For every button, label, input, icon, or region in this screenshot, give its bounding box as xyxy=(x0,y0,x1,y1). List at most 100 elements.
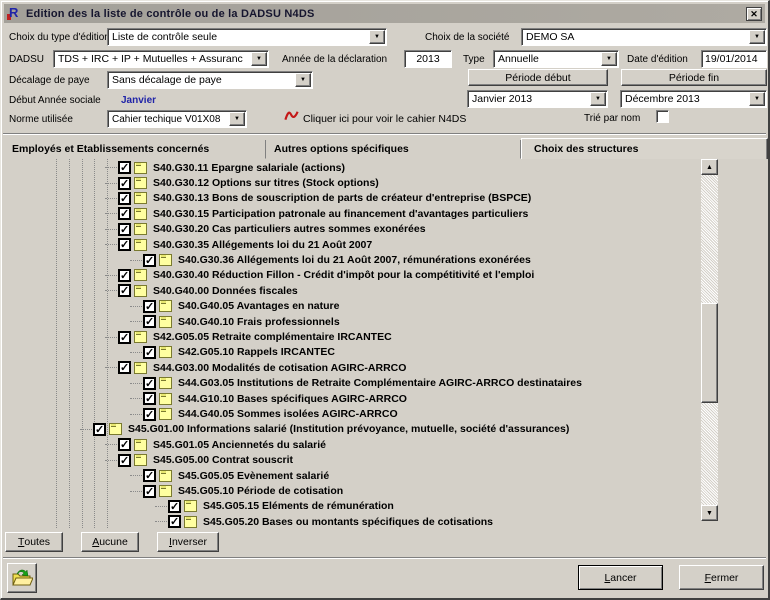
tree-item-checkbox[interactable] xyxy=(143,377,156,390)
tree-item-checkbox[interactable] xyxy=(118,207,131,220)
periode-fin-header[interactable]: Période fin xyxy=(621,69,767,86)
tree-item-checkbox[interactable] xyxy=(143,408,156,421)
tree-item-checkbox[interactable] xyxy=(143,254,156,267)
tree-item[interactable]: S40.G30.35 Allégements loi du 21 Août 20… xyxy=(4,237,698,252)
chevron-down-icon[interactable]: ▼ xyxy=(369,30,385,44)
chevron-down-icon[interactable]: ▼ xyxy=(749,92,765,106)
chevron-down-icon[interactable]: ▼ xyxy=(590,92,606,106)
tree-item-checkbox[interactable] xyxy=(118,161,131,174)
tree-item[interactable]: S45.G05.20 Bases ou montants spécifiques… xyxy=(4,514,698,528)
tree-item[interactable]: S42.G05.10 Rappels IRCANTEC xyxy=(4,345,698,360)
tree-item-checkbox[interactable] xyxy=(118,238,131,251)
periode-debut-combobox[interactable]: Janvier 2013 ▼ xyxy=(467,90,608,108)
tree-item-checkbox[interactable] xyxy=(118,454,131,467)
close-icon[interactable]: ✕ xyxy=(746,7,762,21)
tree-item[interactable]: S40.G30.20 Cas particuliers autres somme… xyxy=(4,222,698,237)
tree-item[interactable]: S45.G01.00 Informations salarié (Institu… xyxy=(4,422,698,437)
tree-item[interactable]: S44.G40.05 Sommes isolées AGIRC-ARRCO xyxy=(4,406,698,421)
scrollbar-thumb[interactable] xyxy=(701,303,718,403)
title-bar[interactable]: R Edition des la liste de contrôle ou de… xyxy=(4,4,765,23)
tree-connector xyxy=(80,429,92,430)
pdf-icon[interactable] xyxy=(284,107,299,123)
toutes-button[interactable]: Toutes xyxy=(5,532,63,552)
scroll-up-icon[interactable]: ▲ xyxy=(701,159,718,175)
chevron-down-icon[interactable]: ▼ xyxy=(295,73,311,87)
tree-item[interactable]: S45.G05.00 Contrat souscrit xyxy=(4,453,698,468)
tree-scrollbar[interactable]: ▲ ▼ xyxy=(701,159,718,521)
annee-field[interactable]: 2013 xyxy=(404,50,452,68)
dadsu-combobox[interactable]: TDS + IRC + IP + Mutuelles + Assuranc ▼ xyxy=(53,50,269,68)
type-combobox[interactable]: Annuelle ▼ xyxy=(493,50,619,68)
tree-item-checkbox[interactable] xyxy=(118,331,131,344)
tab-employes[interactable]: Employés et Etablissements concernés xyxy=(4,140,266,159)
tree-item-checkbox[interactable] xyxy=(143,300,156,313)
date-edition-field[interactable]: 19/01/2014 xyxy=(701,50,767,68)
tree-item-checkbox[interactable] xyxy=(118,361,131,374)
tree-connector xyxy=(105,367,117,368)
app-icon: R xyxy=(7,7,22,21)
chevron-down-icon[interactable]: ▼ xyxy=(229,112,245,126)
tree-item[interactable]: S45.G01.05 Anciennetés du salarié xyxy=(4,437,698,452)
tree-item-checkbox[interactable] xyxy=(118,284,131,297)
tree-item[interactable]: S40.G30.40 Réduction Fillon - Crédit d'i… xyxy=(4,268,698,283)
tree-item-label: S44.G40.05 Sommes isolées AGIRC-ARRCO xyxy=(178,408,398,420)
tree-item[interactable]: S44.G03.05 Institutions de Retraite Comp… xyxy=(4,376,698,391)
decalage-combobox[interactable]: Sans décalage de paye ▼ xyxy=(107,71,313,89)
scroll-down-icon[interactable]: ▼ xyxy=(701,505,718,521)
open-folder-icon xyxy=(11,568,33,588)
tree-item-checkbox[interactable] xyxy=(118,438,131,451)
tree-item-checkbox[interactable] xyxy=(143,392,156,405)
chevron-down-icon[interactable]: ▼ xyxy=(601,52,617,66)
tree-item[interactable]: S40.G40.00 Données fiscales xyxy=(4,283,698,298)
tree-item-label: S44.G03.05 Institutions de Retraite Comp… xyxy=(178,377,582,389)
type-edition-combobox[interactable]: Liste de contrôle seule ▼ xyxy=(107,28,387,46)
tree-item[interactable]: S40.G40.10 Frais professionnels xyxy=(4,314,698,329)
chevron-down-icon[interactable]: ▼ xyxy=(749,30,765,44)
tree-connector xyxy=(105,244,117,245)
trie-par-nom-checkbox[interactable] xyxy=(656,110,669,123)
tree-item-label: S40.G30.40 Réduction Fillon - Crédit d'i… xyxy=(153,269,534,281)
cahier-link[interactable]: Cliquer ici pour voir le cahier N4DS xyxy=(303,113,466,125)
tree-connector xyxy=(130,398,142,399)
tree-item[interactable]: S40.G30.13 Bons de souscription de parts… xyxy=(4,191,698,206)
tree-item-checkbox[interactable] xyxy=(93,423,106,436)
lancer-button[interactable]: Lancer xyxy=(578,565,663,590)
tree-item-checkbox[interactable] xyxy=(168,500,181,513)
open-folder-button[interactable] xyxy=(7,563,37,593)
tree-item-checkbox[interactable] xyxy=(118,269,131,282)
periode-debut-header[interactable]: Période début xyxy=(468,69,608,86)
tree-item-checkbox[interactable] xyxy=(143,485,156,498)
inverser-button[interactable]: Inverser xyxy=(157,532,219,552)
folder-icon xyxy=(159,316,172,328)
tree-item[interactable]: S40.G30.12 Options sur titres (Stock opt… xyxy=(4,175,698,190)
tree-item-checkbox[interactable] xyxy=(143,315,156,328)
tree-item-checkbox[interactable] xyxy=(118,223,131,236)
tab-autres-options[interactable]: Autres options spécifiques xyxy=(266,140,521,159)
tree-item[interactable]: S45.G05.05 Evènement salarié xyxy=(4,468,698,483)
tree-item[interactable]: S40.G30.15 Participation patronale au fi… xyxy=(4,206,698,221)
tree-item-label: S40.G40.05 Avantages en nature xyxy=(178,300,339,312)
decalage-label: Décalage de paye xyxy=(9,75,90,86)
aucune-button[interactable]: Aucune xyxy=(81,532,139,552)
periode-fin-combobox[interactable]: Décembre 2013 ▼ xyxy=(620,90,767,108)
societe-combobox[interactable]: DEMO SA ▼ xyxy=(521,28,767,46)
tree-item-checkbox[interactable] xyxy=(118,192,131,205)
chevron-down-icon[interactable]: ▼ xyxy=(251,52,267,66)
tree-item-label: S40.G30.12 Options sur titres (Stock opt… xyxy=(153,177,379,189)
norme-combobox[interactable]: Cahier techique V01X08 ▼ xyxy=(107,110,247,128)
tree-item-checkbox[interactable] xyxy=(118,177,131,190)
tree-item[interactable]: S40.G30.11 Epargne salariale (actions) xyxy=(4,160,698,175)
tree-item[interactable]: S45.G05.15 Eléments de rémunération xyxy=(4,499,698,514)
folder-icon xyxy=(134,177,147,189)
tree-item[interactable]: S45.G05.10 Période de cotisation xyxy=(4,483,698,498)
tab-choix-structures[interactable]: Choix des structures xyxy=(521,138,768,159)
tree-item-checkbox[interactable] xyxy=(143,469,156,482)
tree-item-checkbox[interactable] xyxy=(143,346,156,359)
tree-item[interactable]: S40.G40.05 Avantages en nature xyxy=(4,299,698,314)
tree-item[interactable]: S44.G03.00 Modalités de cotisation AGIRC… xyxy=(4,360,698,375)
tree-item-checkbox[interactable] xyxy=(168,515,181,528)
tree-item[interactable]: S42.G05.05 Retraite complémentaire IRCAN… xyxy=(4,329,698,344)
fermer-button[interactable]: Fermer xyxy=(679,565,764,590)
tree-item[interactable]: S40.G30.36 Allégements loi du 21 Août 20… xyxy=(4,252,698,267)
tree-item[interactable]: S44.G10.10 Bases spécifiques AGIRC-ARRCO xyxy=(4,391,698,406)
